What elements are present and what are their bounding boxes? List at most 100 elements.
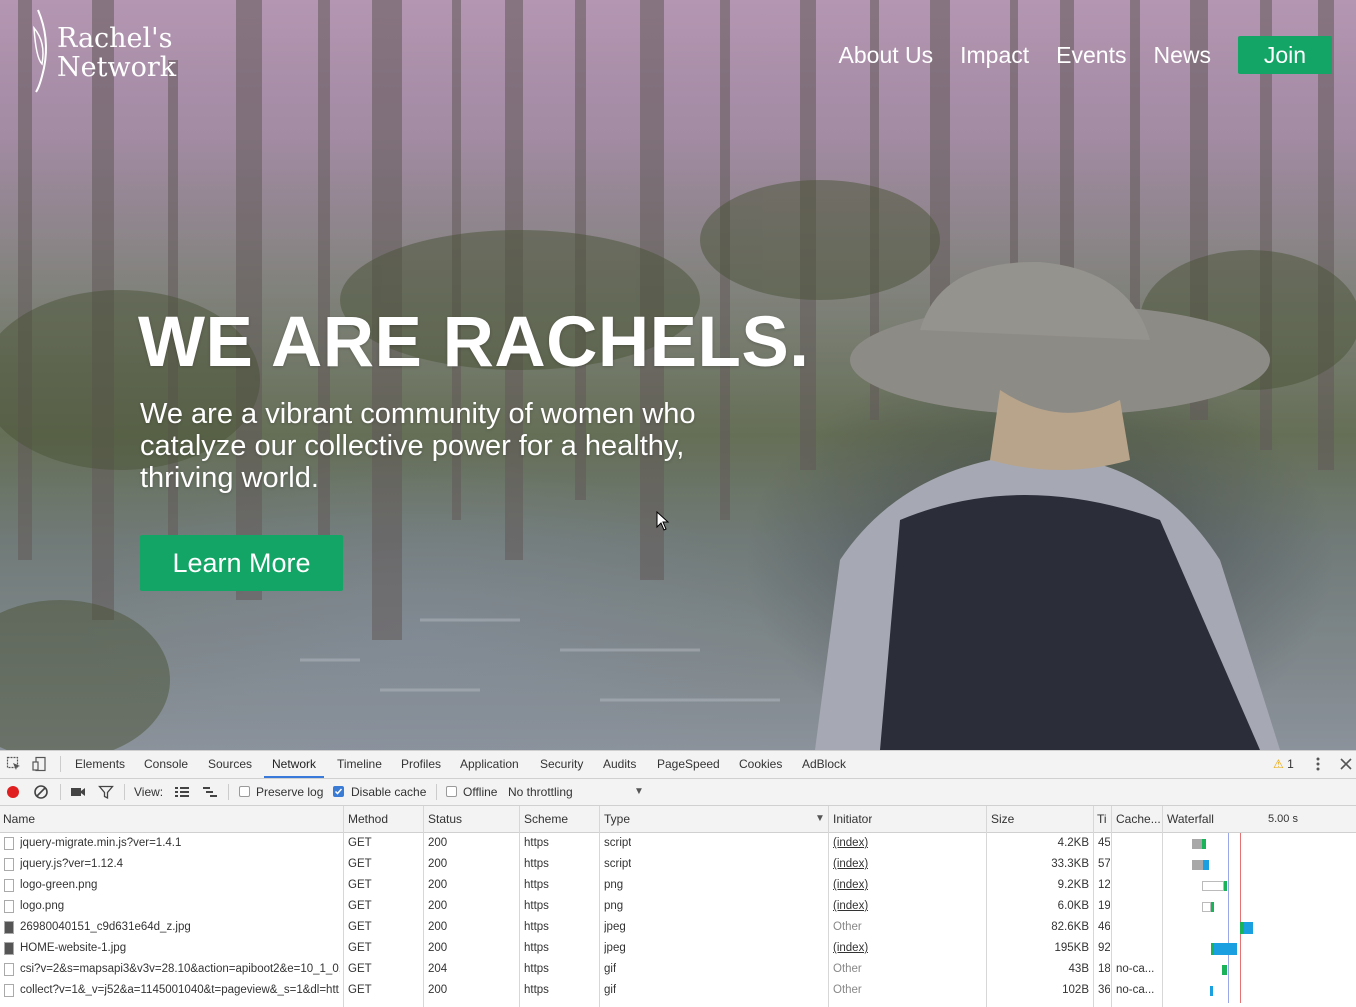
- request-method: GET: [348, 837, 372, 849]
- request-scheme: https: [524, 837, 549, 849]
- tab-audits[interactable]: Audits: [603, 751, 636, 778]
- request-size: 33.3KB: [1051, 858, 1089, 870]
- disable-cache-checkbox[interactable]: [333, 786, 344, 797]
- device-toolbar-icon[interactable]: [32, 756, 48, 772]
- tab-timeline[interactable]: Timeline: [337, 751, 382, 778]
- network-grid-header: Name Method Status Scheme Type ▼ Initiat…: [0, 806, 1356, 833]
- col-initiator[interactable]: Initiator: [833, 806, 872, 832]
- image-file-icon: [4, 879, 14, 892]
- tab-application[interactable]: Application: [460, 751, 519, 778]
- col-size[interactable]: Size: [991, 806, 1014, 832]
- col-type[interactable]: Type: [604, 806, 630, 832]
- table-row[interactable]: csi?v=2&s=mapsapi3&v3v=28.10&action=apib…: [0, 959, 1356, 980]
- join-button[interactable]: Join: [1238, 36, 1332, 74]
- jpeg-file-icon: [4, 942, 14, 955]
- request-initiator[interactable]: (index): [833, 854, 868, 875]
- request-cache: [1116, 854, 1160, 875]
- tab-sources[interactable]: Sources: [208, 751, 252, 778]
- col-name[interactable]: Name: [3, 806, 35, 832]
- request-scheme: https: [524, 858, 549, 870]
- request-status: 200: [428, 879, 448, 891]
- table-row[interactable]: logo.png GET 200 https png (index) 6.0KB…: [0, 896, 1356, 917]
- col-scheme[interactable]: Scheme: [524, 806, 568, 832]
- tab-elements[interactable]: Elements: [75, 751, 125, 778]
- close-devtools-icon[interactable]: [1338, 756, 1354, 772]
- tab-cookies[interactable]: Cookies: [739, 751, 782, 778]
- waterfall-receive-bar: [1214, 943, 1237, 955]
- checkmark-icon: [334, 788, 343, 795]
- request-cache: [1116, 938, 1160, 959]
- request-initiator[interactable]: (index): [833, 896, 868, 917]
- nav-events[interactable]: Events: [1056, 36, 1126, 74]
- warnings-indicator[interactable]: ⚠ 1: [1273, 751, 1294, 778]
- learn-more-button[interactable]: Learn More: [140, 535, 343, 591]
- jpeg-file-icon: [4, 921, 14, 934]
- table-row[interactable]: collect?v=1&_v=j52&a=1145001040&t=pagevi…: [0, 980, 1356, 1001]
- request-size: 102B: [1062, 984, 1089, 996]
- throttling-select[interactable]: No throttling: [508, 779, 573, 805]
- col-waterfall[interactable]: Waterfall: [1167, 806, 1214, 832]
- screenshot-capture-icon[interactable]: [70, 784, 86, 800]
- request-status: 200: [428, 942, 448, 954]
- request-size: 9.2KB: [1057, 879, 1089, 891]
- col-cache[interactable]: Cache...: [1116, 806, 1161, 832]
- mouse-cursor-icon: [656, 511, 670, 531]
- site-logo[interactable]: Rachel's Network: [28, 8, 188, 94]
- request-cache: [1116, 896, 1160, 917]
- offline-checkbox[interactable]: [446, 786, 457, 797]
- col-method[interactable]: Method: [348, 806, 388, 832]
- hero-subhead-line1: We are a vibrant community of women who: [140, 398, 696, 430]
- tab-pagespeed[interactable]: PageSpeed: [657, 751, 720, 778]
- request-method: GET: [348, 984, 372, 996]
- preserve-log-label: Preserve log: [256, 785, 324, 799]
- inspect-element-icon[interactable]: [6, 756, 22, 772]
- request-time: 46: [1098, 921, 1110, 933]
- large-rows-icon[interactable]: [174, 784, 190, 800]
- request-type: gif: [604, 963, 617, 975]
- request-status: 204: [428, 963, 448, 975]
- warning-icon: ⚠: [1273, 757, 1284, 771]
- more-options-icon[interactable]: [1310, 756, 1326, 772]
- table-row[interactable]: jquery.js?ver=1.12.4 GET 200 https scrip…: [0, 854, 1356, 875]
- devtools-panel: Elements Console Sources Network Timelin…: [0, 750, 1356, 1007]
- request-scheme: https: [524, 921, 549, 933]
- tab-adblock[interactable]: AdBlock: [802, 751, 846, 778]
- filter-icon[interactable]: [98, 784, 114, 800]
- tab-console[interactable]: Console: [144, 751, 188, 778]
- tab-profiles[interactable]: Profiles: [401, 751, 441, 778]
- waterfall-wait-bar: [1202, 881, 1224, 891]
- col-status[interactable]: Status: [428, 806, 462, 832]
- table-row[interactable]: jquery-migrate.min.js?ver=1.4.1 GET 200 …: [0, 833, 1356, 854]
- tab-network[interactable]: Network: [264, 751, 325, 778]
- request-status: 200: [428, 858, 448, 870]
- table-row[interactable]: HOME-website-1.jpg GET 200 https jpeg (i…: [0, 938, 1356, 959]
- tab-security[interactable]: Security: [540, 751, 583, 778]
- request-initiator[interactable]: (index): [833, 833, 868, 854]
- record-icon[interactable]: [5, 784, 21, 800]
- request-time: 45: [1098, 837, 1110, 849]
- toolbar-separator: [60, 784, 61, 800]
- main-nav: About Us Impact Events News Join: [839, 36, 1332, 74]
- request-initiator[interactable]: (index): [833, 875, 868, 896]
- table-row[interactable]: 26980040151_c9d631e64d_z.jpg GET 200 htt…: [0, 917, 1356, 938]
- hero-subhead: We are a vibrant community of women who …: [140, 398, 800, 494]
- table-row[interactable]: logo-green.png GET 200 https png (index)…: [0, 875, 1356, 896]
- waterfall-wait-bar: [1192, 839, 1202, 849]
- request-method: GET: [348, 921, 372, 933]
- tab-separator: [60, 756, 61, 772]
- preserve-log-checkbox[interactable]: [239, 786, 250, 797]
- throttling-dropdown-icon[interactable]: ▼: [634, 779, 644, 805]
- nav-about-us[interactable]: About Us: [839, 36, 934, 74]
- request-initiator[interactable]: (index): [833, 938, 868, 959]
- col-time[interactable]: Ti: [1097, 806, 1107, 832]
- request-name: jquery.js?ver=1.12.4: [20, 858, 124, 870]
- nav-news[interactable]: News: [1153, 36, 1211, 74]
- network-request-list: jquery-migrate.min.js?ver=1.4.1 GET 200 …: [0, 833, 1356, 1001]
- clear-icon[interactable]: [33, 784, 49, 800]
- overview-waterfall-icon[interactable]: [202, 784, 218, 800]
- nav-impact[interactable]: Impact: [960, 36, 1029, 74]
- script-file-icon: [4, 858, 14, 871]
- request-name: logo.png: [20, 900, 65, 912]
- sort-descending-icon: ▼: [815, 813, 825, 824]
- request-status: 200: [428, 900, 448, 912]
